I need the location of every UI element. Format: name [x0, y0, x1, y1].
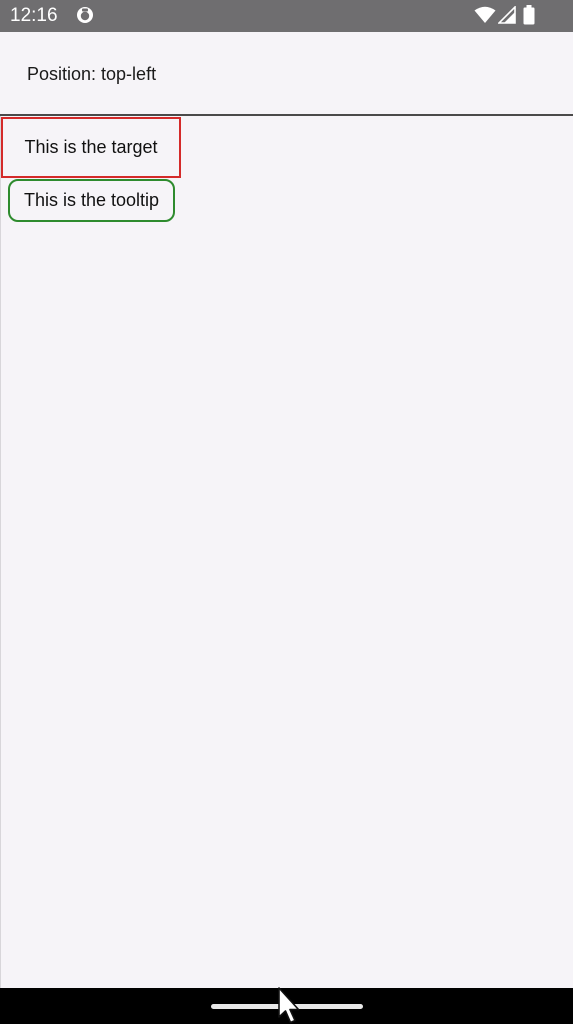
app-header: Position: top-left	[0, 32, 573, 114]
tooltip-label: This is the tooltip	[23, 190, 160, 210]
target-label: This is the target	[24, 137, 158, 157]
sync-circle-icon	[77, 7, 93, 23]
tooltip: This is the tooltip	[8, 179, 175, 222]
cellular-signal-icon	[498, 6, 516, 24]
content-area	[0, 116, 573, 988]
target-element[interactable]: This is the target	[1, 117, 181, 178]
mouse-cursor-icon	[278, 987, 300, 1024]
page-title: Position: top-left	[27, 64, 157, 84]
status-time: 12:16	[10, 5, 58, 26]
wifi-icon	[474, 6, 496, 23]
status-bar: 12:16	[0, 0, 573, 32]
content-left-edge	[0, 116, 1, 988]
battery-icon	[523, 5, 535, 25]
